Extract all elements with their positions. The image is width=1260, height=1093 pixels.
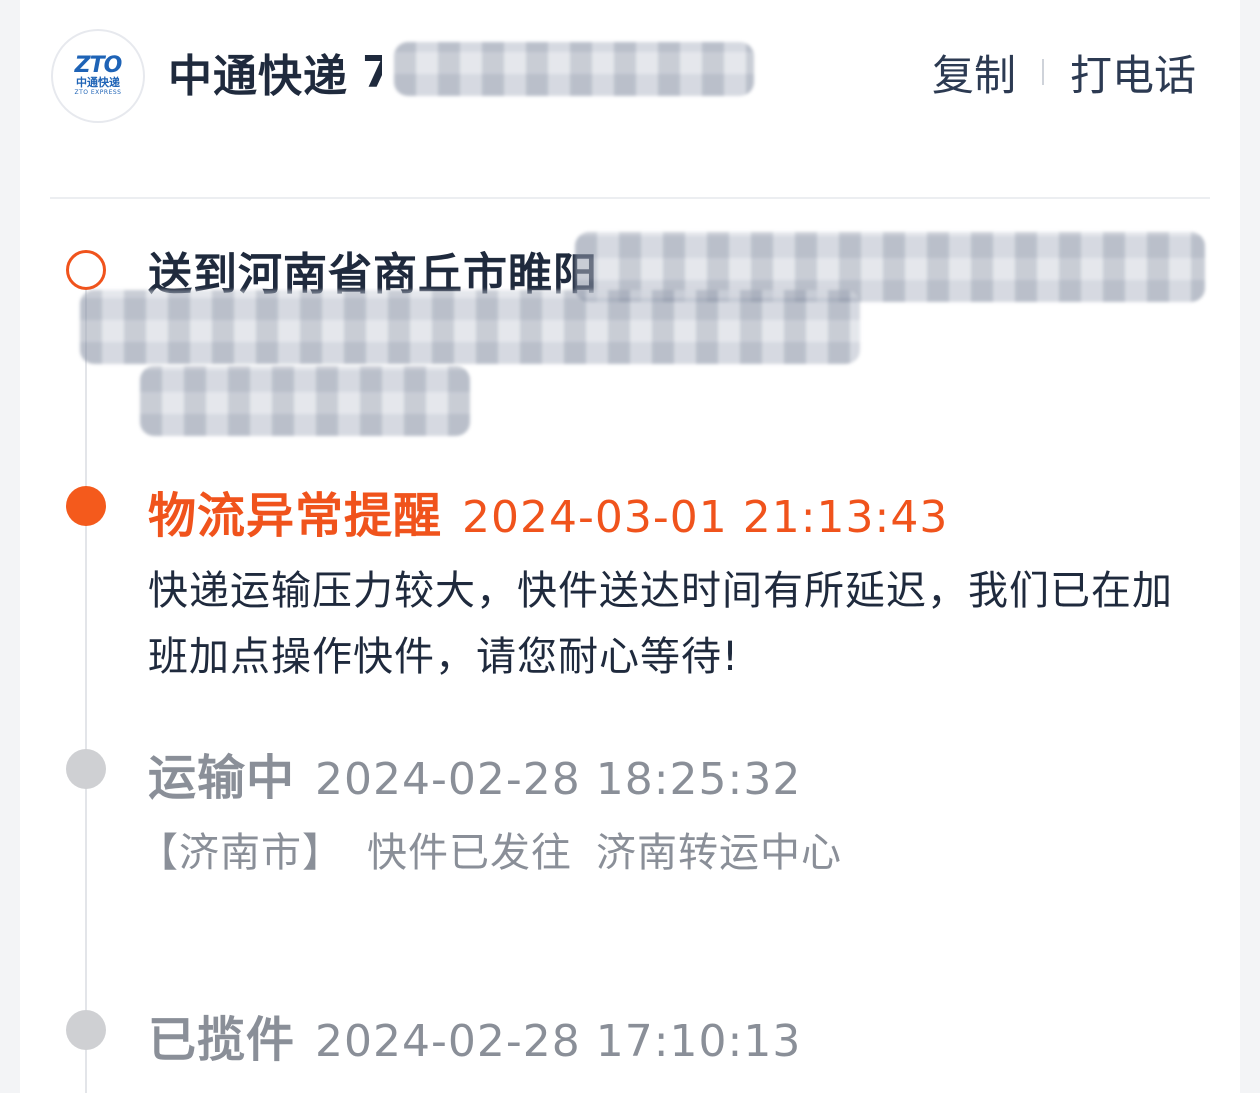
tracking-number-redaction (394, 42, 754, 96)
event-title-2: 运输中 2024-02-28 18:25:32 (148, 738, 801, 808)
carrier-row: 中通快递 7 (168, 40, 382, 104)
call-button[interactable]: 打电话 (1070, 42, 1196, 103)
header-actions: 复制 打电话 (932, 44, 1196, 100)
event-node-past (66, 1010, 106, 1050)
address-redaction-2 (80, 290, 860, 364)
tracking-card: ZTO 中通快递 ZTO EXPRESS 中通快递 7 复制 打电话 送到河南省… (20, 0, 1240, 1093)
logo-cn-text: 中通快递 (76, 76, 120, 89)
copy-button[interactable]: 复制 (932, 42, 1016, 103)
destination-node (66, 250, 106, 290)
address-redaction-3 (140, 366, 470, 436)
event-description: 【济南市】 快件已发往 济南转运中心 (138, 820, 1208, 886)
action-divider (1041, 59, 1044, 85)
event-time: 2024-02-28 17:10:13 (315, 1016, 802, 1067)
event-title-1: 物流异常提醒 2024-03-01 21:13:43 (148, 476, 948, 546)
event-status: 运输中 (148, 750, 296, 806)
header-divider (50, 197, 1210, 199)
carrier-logo: ZTO 中通快递 ZTO EXPRESS (51, 29, 145, 123)
event-time: 2024-02-28 18:25:32 (315, 754, 802, 805)
event-node-alert (66, 486, 106, 526)
logo-en-text: ZTO EXPRESS (74, 89, 122, 96)
event-node-past (66, 749, 106, 789)
event-status: 物流异常提醒 (148, 488, 443, 544)
event-target: 济南转运中心 (596, 830, 842, 876)
event-status: 已揽件 (148, 1012, 296, 1068)
logo-mark: ZTO (74, 53, 123, 78)
carrier-name: 中通快递 (168, 51, 348, 102)
package-header: ZTO 中通快递 ZTO EXPRESS 中通快递 7 复制 打电话 (20, 0, 1240, 198)
tracking-number: 7 (362, 46, 382, 98)
event-time: 2024-03-01 21:13:43 (462, 492, 949, 543)
event-city: 【济南市】 (138, 830, 343, 876)
event-description: 快递运输压力较大，快件送达时间有所延迟，我们已在加班加点操作快件，请您耐心等待! (148, 568, 1173, 680)
timeline-line (85, 288, 87, 1093)
event-action: 快件已发往 (367, 830, 572, 876)
event-title-3: 已揽件 2024-02-28 17:10:13 (148, 1000, 801, 1070)
